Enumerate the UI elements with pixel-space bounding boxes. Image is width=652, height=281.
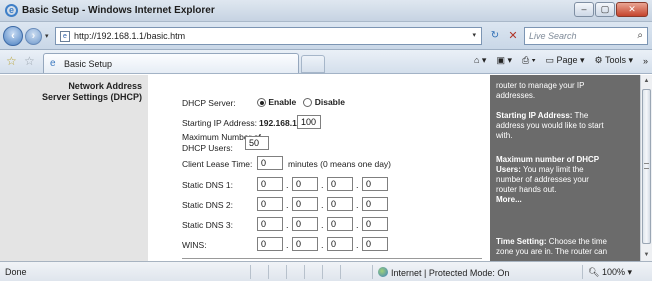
- address-dropdown-icon[interactable]: ▾: [472, 31, 476, 39]
- dns3-octet-2[interactable]: 0: [292, 217, 318, 231]
- help-more-link[interactable]: More...: [496, 195, 522, 204]
- address-url[interactable]: http://192.168.1.1/basic.htm: [74, 31, 185, 41]
- dns3-octet-4[interactable]: 0: [362, 217, 388, 231]
- dns2-label: Static DNS 2:: [182, 200, 234, 210]
- security-zone[interactable]: Internet | Protected Mode: On: [378, 267, 509, 278]
- dhcp-radio-group: Enable Disable: [257, 97, 345, 108]
- scroll-up-icon[interactable]: ▲: [641, 75, 652, 87]
- wins-octet-1[interactable]: 0: [257, 237, 283, 251]
- tab-basic-setup[interactable]: e Basic Setup: [43, 53, 299, 73]
- starting-ip-prefix: 192.168.1.: [259, 118, 300, 128]
- add-favorites-icon[interactable]: ☆: [24, 54, 35, 68]
- globe-icon: [378, 267, 388, 277]
- status-text: Done: [5, 267, 27, 277]
- lease-time-input[interactable]: 0: [257, 156, 283, 170]
- dns2-octet-4[interactable]: 0: [362, 197, 388, 211]
- title-bar: e Basic Setup - Windows Internet Explore…: [0, 0, 652, 22]
- minimize-button[interactable]: –: [574, 2, 594, 17]
- dns3-label: Static DNS 3:: [182, 220, 234, 230]
- stop-button[interactable]: ✕: [504, 27, 522, 45]
- scroll-down-icon[interactable]: ▼: [641, 249, 652, 261]
- lease-time-unit: minutes (0 means one day): [288, 159, 391, 169]
- starting-ip-label: Starting IP Address:: [182, 118, 257, 128]
- refresh-button[interactable]: ↻: [486, 27, 504, 45]
- forward-button[interactable]: ›: [25, 28, 42, 45]
- disable-radio[interactable]: [303, 98, 313, 108]
- wins-octet-4[interactable]: 0: [362, 237, 388, 251]
- print-icon[interactable]: ⎙ ▾: [522, 55, 535, 66]
- wins-label: WINS:: [182, 240, 207, 250]
- feeds-icon[interactable]: ▣ ▾: [496, 55, 512, 66]
- section-sidebar: Network Address Server Settings (DHCP): [0, 75, 148, 261]
- dns1-octet-1[interactable]: 0: [257, 177, 283, 191]
- new-tab-button[interactable]: [301, 55, 325, 73]
- zoom-control[interactable]: 🔍︎ 100% ▾: [588, 267, 632, 278]
- dhcp-settings-form: DHCP Server: Enable Disable Starting IP …: [152, 75, 490, 261]
- window-controls: – ▢ ✕: [574, 2, 648, 17]
- search-placeholder: Live Search: [529, 31, 577, 41]
- tools-gear-icon: ⚙: [594, 55, 605, 65]
- history-dropdown-icon[interactable]: ▾: [45, 32, 49, 40]
- dns2-octet-1[interactable]: 0: [257, 197, 283, 211]
- help-time-setting: Time Setting: Choose the time zone you a…: [496, 237, 608, 256]
- scroll-grip-icon: [644, 163, 649, 169]
- tab-page-icon: e: [50, 58, 56, 69]
- search-icon[interactable]: ⌕: [637, 30, 643, 41]
- command-bar: ☆ ☆ e Basic Setup ⌂ ▾ ▣ ▾ ⎙ ▾ ▭ Page ▾ ⚙…: [0, 50, 652, 74]
- starting-ip-input[interactable]: 100: [297, 115, 321, 129]
- page-menu-icon: ▭: [545, 55, 557, 65]
- section-divider: [182, 258, 482, 259]
- close-button[interactable]: ✕: [616, 2, 648, 17]
- address-toolbar: ‹ › ▾ e http://192.168.1.1/basic.htm ▾ ↻…: [0, 22, 652, 50]
- section-heading: Network Address Server Settings (DHCP): [41, 81, 142, 102]
- vertical-scrollbar[interactable]: ▲ ▼: [640, 75, 652, 261]
- help-starting-ip: Starting IP Address: The address you wou…: [496, 111, 604, 140]
- dns1-octet-3[interactable]: 0: [327, 177, 353, 191]
- max-users-input[interactable]: 50: [245, 136, 269, 150]
- more-commands-icon[interactable]: »: [643, 56, 648, 66]
- lease-time-label: Client Lease Time:: [182, 159, 253, 169]
- disable-label: Disable: [314, 97, 345, 107]
- page-icon: e: [60, 31, 70, 42]
- help-panel: router to manage your IP addresses. Star…: [490, 75, 640, 261]
- enable-label: Enable: [268, 97, 297, 107]
- address-field[interactable]: e http://192.168.1.1/basic.htm ▾: [55, 27, 482, 45]
- window-title: Basic Setup - Windows Internet Explorer: [22, 5, 215, 16]
- help-intro: router to manage your IP addresses.: [496, 81, 585, 100]
- maximize-button[interactable]: ▢: [595, 2, 615, 17]
- dns2-octet-2[interactable]: 0: [292, 197, 318, 211]
- max-users-label-line2: DHCP Users:: [182, 143, 233, 153]
- dns3-octet-3[interactable]: 0: [327, 217, 353, 231]
- dhcp-server-label: DHCP Server:: [182, 98, 236, 108]
- dns2-octet-3[interactable]: 0: [327, 197, 353, 211]
- status-bar: Done Internet | Protected Mode: On 🔍︎ 10…: [0, 261, 652, 281]
- wins-octet-2[interactable]: 0: [292, 237, 318, 251]
- dns1-label: Static DNS 1:: [182, 180, 234, 190]
- search-input[interactable]: Live Search ⌕: [524, 27, 648, 45]
- internet-explorer-icon: e: [5, 4, 18, 17]
- wins-octet-3[interactable]: 0: [327, 237, 353, 251]
- page-content: Network Address Server Settings (DHCP) D…: [0, 75, 640, 261]
- page-menu-button[interactable]: ▭ Page ▾: [545, 55, 584, 66]
- dns1-octet-4[interactable]: 0: [362, 177, 388, 191]
- help-max-users: Maximum number of DHCP Users: You may li…: [496, 155, 600, 204]
- tab-label: Basic Setup: [64, 59, 113, 69]
- enable-radio[interactable]: [257, 98, 266, 108]
- favorites-star-icon[interactable]: ☆: [6, 54, 17, 68]
- dns1-octet-2[interactable]: 0: [292, 177, 318, 191]
- home-icon[interactable]: ⌂ ▾: [474, 55, 486, 66]
- command-buttons: ⌂ ▾ ▣ ▾ ⎙ ▾ ▭ Page ▾ ⚙ Tools ▾ »: [474, 55, 648, 66]
- tools-menu-button[interactable]: ⚙ Tools ▾: [595, 55, 633, 66]
- dns3-octet-1[interactable]: 0: [257, 217, 283, 231]
- back-button[interactable]: ‹: [3, 26, 23, 46]
